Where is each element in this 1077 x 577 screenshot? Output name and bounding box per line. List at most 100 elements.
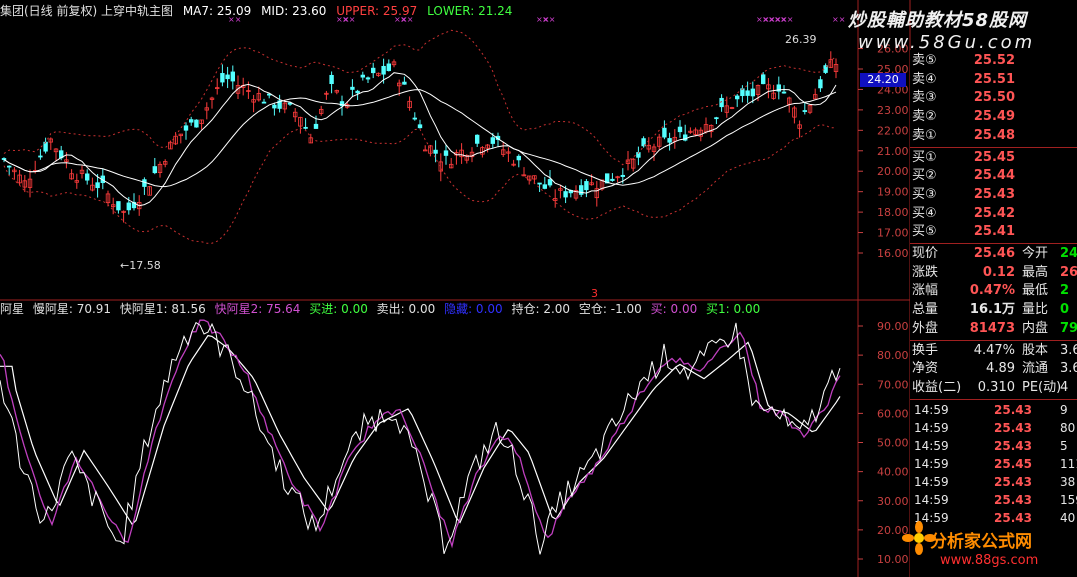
candle-body — [350, 86, 355, 90]
fund-label: 收益(二) — [912, 379, 962, 395]
buy-level-price: 25.43 — [973, 186, 1015, 202]
price-axis-label: 21.00 — [877, 145, 909, 158]
stat-value-2: 0 — [1060, 302, 1070, 318]
tick-price: 25.43 — [994, 420, 1032, 435]
candle-body — [116, 201, 121, 211]
tick-row: 14:59 25.43 80 — [910, 419, 1077, 437]
buy-level-row: 买③ 25.43 — [910, 186, 1077, 204]
slow-star-line — [0, 334, 841, 526]
buy1-value: 买1: 0.00 — [706, 302, 761, 316]
candle-body — [584, 181, 589, 191]
tick-volume: 111 — [1060, 456, 1077, 471]
tick-time: 14:59 — [914, 438, 949, 453]
candle-body — [714, 117, 719, 120]
quote-stat-row: 涨跌 0.12 最高 26 — [910, 264, 1077, 282]
stat-label-2: 最低 — [1022, 283, 1049, 299]
tick-row: 14:59 25.43 159 — [910, 491, 1077, 509]
price-axis-label: 19.00 — [877, 186, 909, 199]
fund-value-2: 4 — [1060, 379, 1069, 395]
fund-label-2: PE(动) — [1022, 379, 1062, 395]
candle-body — [183, 125, 189, 131]
candle-body — [7, 165, 12, 168]
ma7-value: MA7: 25.09 — [182, 4, 252, 18]
sell-level-label: 卖① — [912, 127, 937, 143]
tick-price: 25.43 — [994, 474, 1032, 489]
empty-hold-value: 空仓: -1.00 — [578, 302, 642, 316]
tick-volume: 38 — [1060, 474, 1076, 489]
candle-body — [386, 63, 391, 72]
tick-row: 14:59 25.43 38 — [910, 473, 1077, 491]
candle-body — [43, 141, 48, 152]
tick-time: 14:59 — [914, 420, 949, 435]
fast-star2-value: 快阿星2: 75.64 — [214, 302, 301, 316]
tick-volume: 80 — [1060, 420, 1076, 435]
osc-axis-label: 30.00 — [877, 495, 909, 508]
low-price-label: ←17.58 — [120, 259, 161, 272]
buy-in-value: 买进: 0.00 — [309, 302, 368, 316]
fund-value: 4.89 — [986, 361, 1015, 377]
price-axis-label: 16.00 — [877, 247, 909, 260]
signal-x-marker: ×× — [832, 15, 845, 24]
sell-level-label: 卖③ — [912, 90, 937, 106]
fund-label: 净资 — [912, 361, 939, 377]
panel-divider — [910, 339, 1077, 341]
candle-body — [677, 126, 683, 133]
lower-value: LOWER: 21.24 — [427, 4, 513, 18]
price-axis-label: 18.00 — [877, 206, 909, 219]
osc-axis-label: 80.00 — [877, 349, 909, 362]
candle-body — [220, 73, 225, 83]
candle-body — [781, 91, 787, 94]
candle-body — [360, 74, 365, 78]
signal-marker: 3 — [591, 287, 598, 300]
high-price-label: 26.39 — [785, 33, 817, 46]
quote-stat-row: 外盘 81473 内盘 79 — [910, 320, 1077, 338]
tick-volume: 40 — [1060, 510, 1076, 525]
buy-level-label: 买③ — [912, 186, 937, 202]
candle-body — [412, 117, 417, 120]
oscillator-header: 阿星 慢阿星: 70.91 快阿星1: 81.56 快阿星2: 75.64 买进… — [0, 302, 765, 316]
tick-volume: 5 — [1060, 438, 1068, 453]
tick-time: 14:59 — [914, 492, 949, 507]
slow-star-value: 慢阿星: 70.91 — [32, 302, 112, 316]
tick-time: 14:59 — [914, 402, 949, 417]
candle-body — [818, 79, 823, 89]
buy-level-row: 买⑤ 25.41 — [910, 223, 1077, 241]
sell-out-value: 卖出: 0.00 — [376, 302, 436, 316]
buy-level-label: 买⑤ — [912, 224, 937, 240]
candle-body — [365, 77, 371, 80]
stat-label: 涨跌 — [912, 264, 939, 280]
buy-level-label: 买① — [912, 149, 937, 165]
sell-level-price: 25.50 — [973, 90, 1015, 106]
sell-level-row: 卖① 25.48 — [910, 127, 1077, 145]
candle-body — [194, 119, 199, 128]
hidden-value: 隐藏: 0.00 — [444, 302, 503, 316]
fund-value: 0.310 — [977, 379, 1015, 395]
price-axis-label: 22.00 — [877, 124, 909, 137]
candle-body — [745, 90, 750, 96]
stat-value-2: 79 — [1060, 320, 1077, 336]
stat-label: 涨幅 — [912, 283, 939, 299]
candle-body — [537, 182, 542, 185]
osc-axis-label: 60.00 — [877, 407, 909, 420]
candle-body — [417, 124, 423, 129]
sell-level-price: 25.52 — [973, 53, 1015, 68]
candle-body — [761, 74, 766, 85]
price-axis-label: 20.00 — [877, 165, 909, 178]
osc-axis-label: 70.00 — [877, 378, 909, 391]
candle-body — [422, 149, 428, 152]
sell-level-row: 卖⑤ 25.52 — [910, 52, 1077, 70]
candle-body — [188, 119, 194, 123]
stat-label: 总量 — [912, 302, 939, 318]
watermark-title: 炒股輔助教材58股网 — [848, 10, 1028, 31]
candle-body — [433, 149, 438, 154]
candle-body — [802, 110, 807, 112]
buy-level-label: 买④ — [912, 205, 937, 221]
candle-body — [230, 71, 235, 82]
mid-value: MID: 23.60 — [261, 4, 327, 18]
chart-title: 集团(日线 前复权) 上穿中轨主图 — [0, 4, 173, 18]
mid-line — [3, 89, 837, 188]
fund-value-2: 3.6 — [1060, 361, 1077, 377]
current-price-tag: 24.20 — [860, 73, 906, 87]
buy-level-row: 买④ 25.42 — [910, 205, 1077, 223]
osc-axis-label: 90.00 — [877, 320, 909, 333]
